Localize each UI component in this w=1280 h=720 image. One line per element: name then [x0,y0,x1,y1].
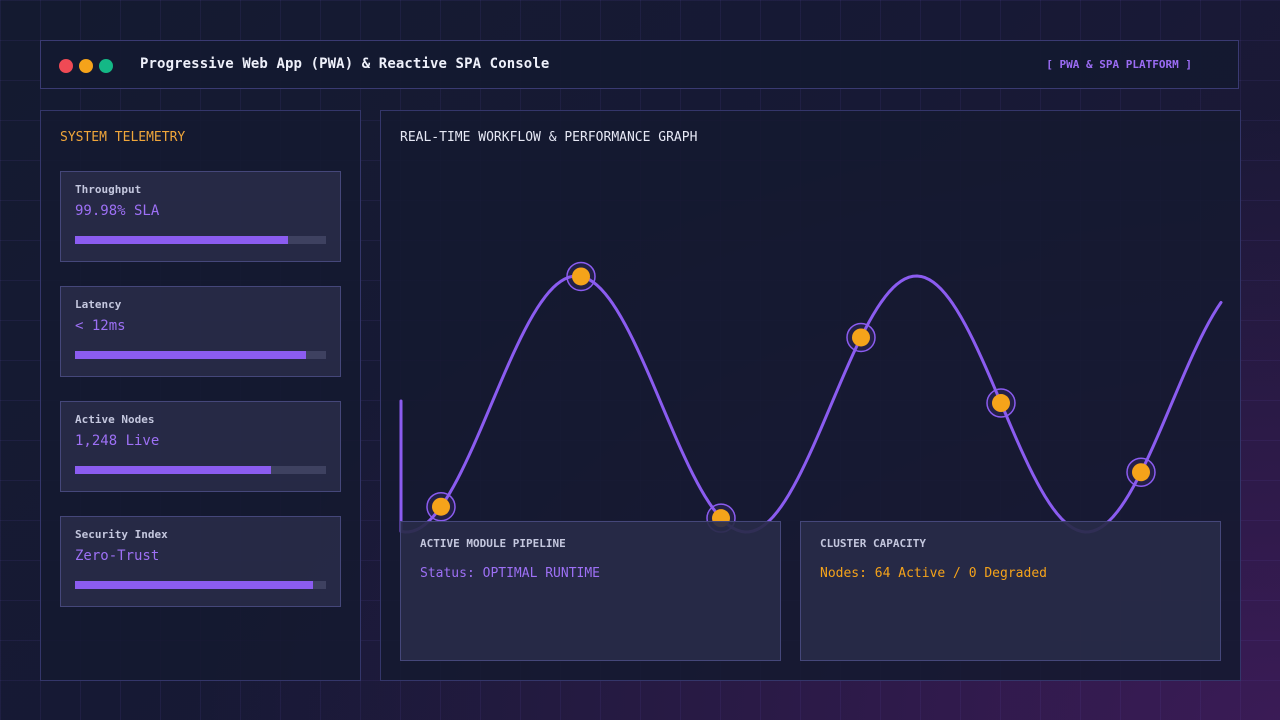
metric-progress-track [75,351,326,359]
metric-value: 1,248 Live [75,433,160,449]
graph-marker-5[interactable] [992,394,1010,413]
close-button[interactable] [59,59,73,73]
metric-label: Throughput [75,183,142,196]
window-header: Progressive Web App (PWA) & Reactive SPA… [40,40,1239,89]
pipeline-status: Status: OPTIMAL RUNTIME [420,566,601,581]
metric-progress-track [75,236,326,244]
app-title: Progressive Web App (PWA) & Reactive SPA… [140,56,550,72]
graph-marker-6[interactable] [1132,463,1150,482]
graph-panel: REAL-TIME WORKFLOW & PERFORMANCE GRAPH A… [380,110,1241,681]
graph-marker-1[interactable] [432,497,450,516]
metric-progress-track [75,466,326,474]
metric-card-active-nodes: Active Nodes 1,248 Live [60,401,341,492]
performance-wave-line [399,274,1223,534]
metric-value: 99.98% SLA [75,203,160,219]
metric-label: Security Index [75,528,168,541]
metric-value: < 12ms [75,318,126,334]
minimize-button[interactable] [79,59,93,73]
metric-label: Latency [75,298,122,311]
pipeline-title: ACTIVE MODULE PIPELINE [420,537,566,550]
graph-marker-4[interactable] [852,328,870,347]
pipeline-card: ACTIVE MODULE PIPELINE Status: OPTIMAL R… [400,521,781,661]
graph-title: REAL-TIME WORKFLOW & PERFORMANCE GRAPH [400,130,698,145]
metric-label: Active Nodes [75,413,155,426]
maximize-button[interactable] [99,59,113,73]
telemetry-title: SYSTEM TELEMETRY [60,130,186,145]
metric-progress-fill [75,351,306,359]
metric-value: Zero-Trust [75,548,160,564]
platform-badge: [ PWA & SPA PLATFORM ] [1046,58,1192,71]
metric-card-security-index: Security Index Zero-Trust [60,516,341,607]
metric-progress-track [75,581,326,589]
graph-marker-2[interactable] [572,267,590,286]
metric-card-throughput: Throughput 99.98% SLA [60,171,341,262]
metric-progress-fill [75,581,314,589]
cluster-title: CLUSTER CAPACITY [820,537,926,550]
metric-card-latency: Latency < 12ms [60,286,341,377]
metric-progress-fill [75,466,271,474]
metric-progress-fill [75,236,289,244]
telemetry-panel: SYSTEM TELEMETRY Throughput 99.98% SLA L… [40,110,361,681]
cluster-status: Nodes: 64 Active / 0 Degraded [820,566,1047,581]
cluster-card: CLUSTER CAPACITY Nodes: 64 Active / 0 De… [800,521,1221,661]
